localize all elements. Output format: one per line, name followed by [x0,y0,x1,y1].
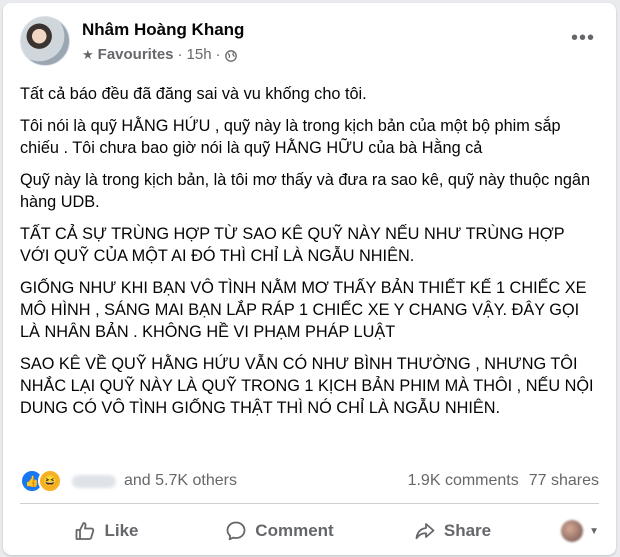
star-icon: ★ [82,46,94,62]
thumbs-up-icon [76,522,95,540]
globe-icon [224,49,237,62]
engagement-counts: 1.9K comments 77 shares [408,472,599,490]
post-body: Tất cả báo đều đã đăng sai và vu khống c… [20,83,596,429]
divider [20,503,599,504]
comments-count[interactable]: 1.9K comments [408,472,519,490]
author-avatar[interactable] [20,16,70,66]
post-header: Nhâm Hoàng Khang ★ Favourites · 15h · ••… [20,16,599,74]
caret-down-icon: ▼ [589,525,599,537]
post-paragraph: GIỐNG NHƯ KHI BẠN VÔ TÌNH NẰM MƠ THẤY BẢ… [20,279,587,341]
audience-label[interactable]: Favourites [98,46,174,63]
meta-separator: · [177,46,183,63]
share-label: Share [443,521,492,540]
reaction-profile-selector[interactable]: ▼ [539,520,599,542]
like-label: Like [104,521,139,540]
haha-reaction-icon: 😆 [38,469,62,493]
post-card: Nhâm Hoàng Khang ★ Favourites · 15h · ••… [3,3,616,555]
author-name[interactable]: Nhâm Hoàng Khang [82,20,244,40]
post-paragraph: Tất cả báo đều đã đăng sai và vu khống c… [20,85,367,103]
post-paragraph: Tôi nói là quỹ HẰNG HỨU , quỹ này là tro… [20,117,561,157]
shares-count[interactable]: 77 shares [529,472,599,490]
post-meta: ★ Favourites · 15h · [82,46,237,63]
comment-label: Comment [255,521,334,540]
post-paragraph: Quỹ này là trong kịch bản, là tôi mơ thấ… [20,171,591,211]
post-time[interactable]: 15h [187,46,212,63]
reaction-icons[interactable]: 👍 😆 [20,469,62,493]
reaction-stats: 👍 😆 and 5.7K others 1.9K comments 77 sha… [20,468,599,494]
more-options-icon[interactable]: ••• [571,28,595,48]
blurred-reactor-name [72,474,116,488]
like-button[interactable]: Like [20,520,193,542]
post-paragraph: TẤT CẢ SỰ TRÙNG HỢP TỪ SAO KÊ QUỸ NÀY NẾ… [20,225,565,265]
post-paragraph: SAO KÊ VỀ QUỸ HẰNG HỨU VẪN CÓ NHƯ BÌNH T… [20,355,594,417]
comment-button[interactable]: Comment [193,520,366,542]
comment-icon [226,521,246,541]
meta-separator-2: · [215,46,221,63]
profile-avatar [561,520,584,542]
share-icon [415,523,435,540]
reactions-count[interactable]: and 5.7K others [124,472,237,490]
post-actions: Like Comment Share ▼ [20,511,599,551]
share-button[interactable]: Share [366,520,539,542]
